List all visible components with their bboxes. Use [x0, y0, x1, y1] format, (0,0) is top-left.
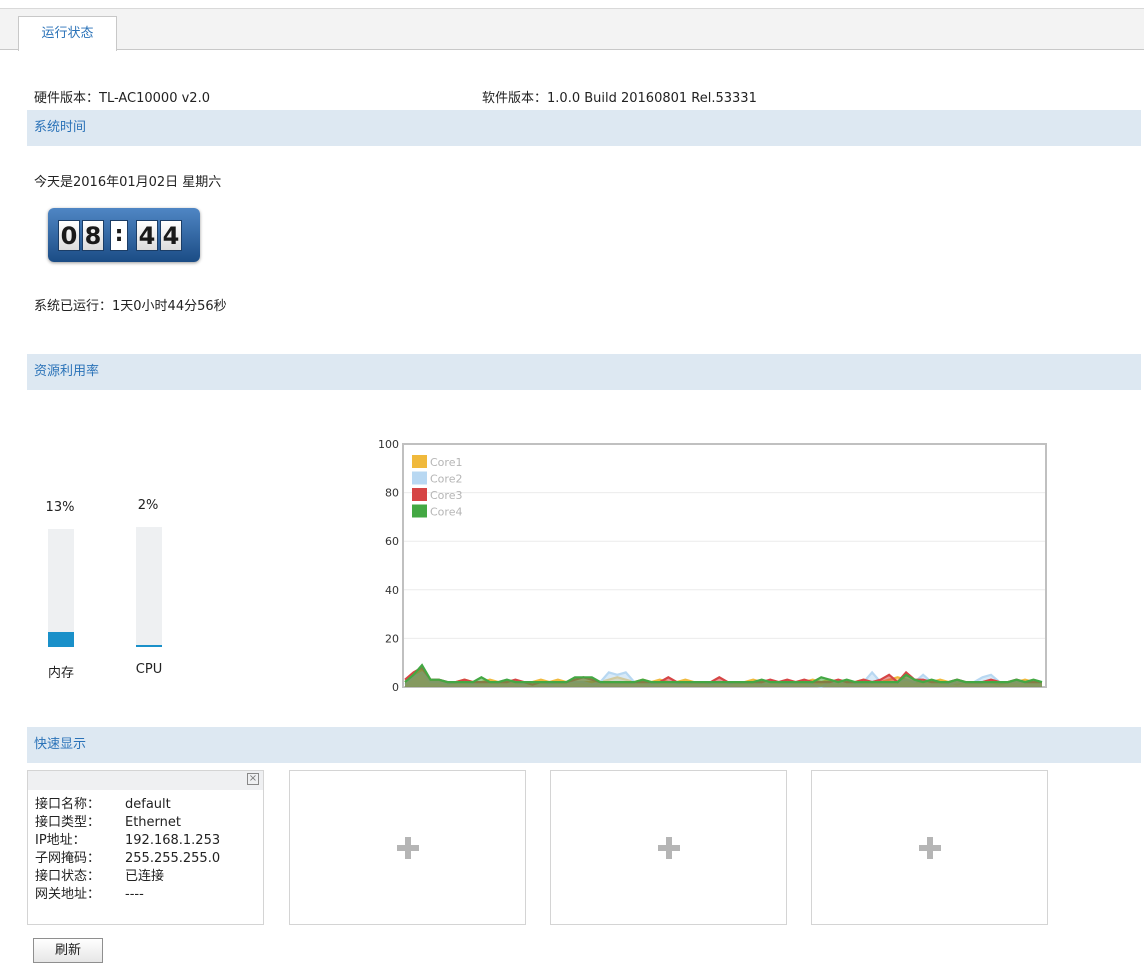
interface-card-header: × — [28, 771, 263, 790]
clock-digit: 4 — [136, 220, 158, 251]
quick-display-slot[interactable] — [550, 770, 787, 925]
legend-label: Core4 — [430, 506, 462, 519]
software-version: 软件版本：1.0.0 Build 20160801 Rel.53331 — [482, 87, 757, 106]
interface-info-label: 接口名称： — [35, 797, 101, 812]
clock-digit: 0 — [58, 220, 80, 251]
legend-label: Core1 — [430, 456, 462, 469]
clock-digit: 8 — [82, 220, 104, 251]
interface-info-list: 接口名称： default 接口类型： Ethernet IP地址： 192.168.1.… — [35, 796, 220, 904]
cpu-core-usage-chart: 0 20 40 60 80 100 Core1 Core2 Core3 Core4 — [378, 438, 1047, 694]
current-date: 今天是2016年01月02日 星期六 — [34, 175, 222, 190]
hardware-version-label: 硬件版本： — [34, 91, 100, 106]
interface-info-value: ---- — [125, 887, 144, 902]
section-header-resources: 资源利用率 — [27, 354, 1141, 390]
interface-info-row: 接口状态： 已连接 — [35, 868, 220, 886]
quick-display-slot[interactable] — [289, 770, 526, 925]
uptime-text: 系统已运行：1天0小时44分56秒 — [34, 299, 227, 314]
plot-area — [402, 443, 1047, 688]
cpu-usage-fill — [136, 645, 162, 647]
interface-info-label: 网关地址： — [35, 887, 101, 902]
memory-label: 内存 — [47, 666, 74, 681]
legend-swatch — [412, 471, 427, 485]
cpu-percent-text: 2% — [137, 498, 159, 513]
interface-info-label: 接口状态： — [35, 869, 101, 884]
legend-swatch — [412, 488, 427, 501]
digital-clock: 0 8 : 4 4 — [48, 208, 200, 262]
version-row: 硬件版本：TL-AC10000 v2.0 软件版本：1.0.0 Build 20… — [34, 87, 1134, 106]
interface-info-row: 接口名称： default — [35, 796, 220, 814]
cpu-usage-bar — [136, 527, 162, 647]
interface-info-row: 接口类型： Ethernet — [35, 814, 220, 832]
clock-digit: 4 — [160, 220, 182, 251]
memory-percent-text: 13% — [45, 500, 75, 515]
cpu-label: CPU — [135, 662, 163, 677]
legend-label: Core2 — [430, 473, 462, 486]
software-version-value: 1.0.0 Build 20160801 Rel.53331 — [547, 91, 757, 106]
interface-info-label: 接口类型： — [35, 815, 101, 830]
interface-info-value: 已连接 — [125, 869, 165, 884]
interface-info-value: default — [125, 797, 171, 812]
close-icon[interactable]: × — [247, 773, 259, 785]
clock-colon: : — [110, 220, 128, 251]
interface-info-card: × 接口名称： default 接口类型： Ethernet IP地址： 192.168.… — [27, 770, 264, 925]
legend-label: Core3 — [430, 489, 462, 502]
tab-bar — [0, 8, 1144, 50]
add-icon[interactable] — [918, 836, 941, 859]
quick-display-slot[interactable] — [811, 770, 1048, 925]
y-tick-label: 60 — [385, 535, 399, 548]
legend-swatch — [412, 455, 427, 468]
legend-swatch — [412, 504, 427, 518]
add-icon[interactable] — [396, 836, 419, 859]
interface-info-row: 子网掩码： 255.255.255.0 — [35, 850, 220, 868]
memory-usage-bar — [48, 529, 74, 647]
interface-info-label: 子网掩码： — [35, 851, 101, 866]
software-version-label: 软件版本： — [482, 91, 548, 106]
y-tick-label: 20 — [385, 632, 399, 645]
y-tick-label: 0 — [392, 681, 399, 694]
memory-usage-fill — [48, 632, 74, 647]
y-tick-label: 80 — [385, 487, 399, 500]
hardware-version: 硬件版本：TL-AC10000 v2.0 — [34, 87, 210, 106]
interface-info-row: 网关地址： ---- — [35, 886, 220, 904]
interface-info-label: IP地址： — [35, 833, 86, 848]
add-icon[interactable] — [657, 836, 680, 859]
interface-info-value: 192.168.1.253 — [125, 833, 221, 848]
section-header-system-time: 系统时间 — [27, 110, 1141, 146]
y-tick-label: 100 — [378, 438, 399, 451]
refresh-button[interactable]: 刷新 — [33, 938, 103, 963]
y-tick-label: 40 — [385, 584, 399, 597]
interface-info-value: 255.255.255.0 — [125, 851, 221, 866]
section-header-quick-display: 快速显示 — [27, 727, 1141, 763]
hardware-version-value: TL-AC10000 v2.0 — [99, 91, 210, 106]
tab-running-status[interactable]: 运行状态 — [18, 16, 117, 51]
interface-info-value: Ethernet — [125, 815, 181, 830]
interface-info-row: IP地址： 192.168.1.253 — [35, 832, 220, 850]
